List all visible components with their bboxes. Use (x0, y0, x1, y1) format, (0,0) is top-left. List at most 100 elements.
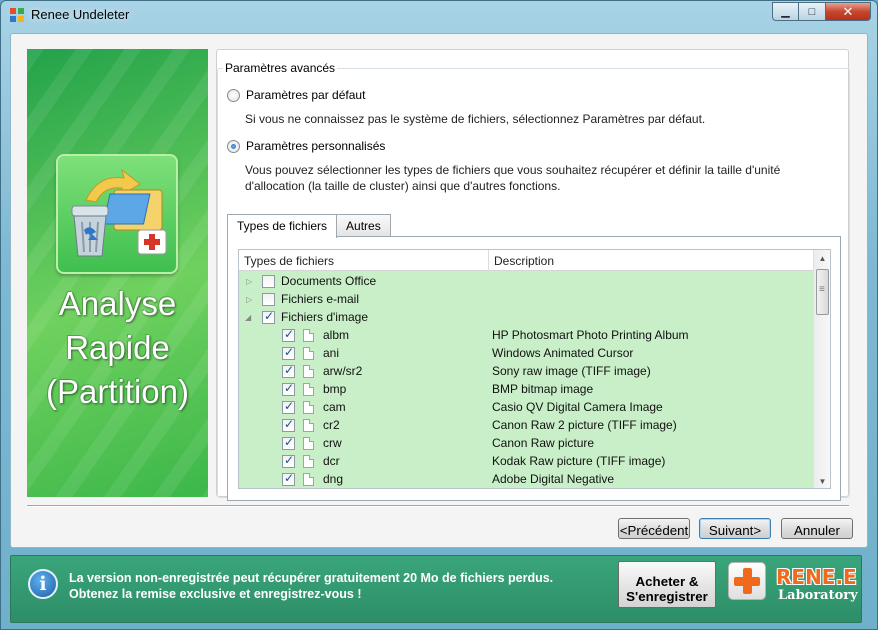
buy-register-button[interactable]: Acheter & S'enregistrer (618, 561, 716, 608)
custom-settings-description-line: d'allocation (la taille de cluster) ains… (245, 179, 561, 193)
application-window: Renee Undeleter ▁ □ ✕ Analyse Rapide (Pa… (0, 0, 878, 630)
expand-arrow-icon[interactable]: ▷ (246, 277, 255, 286)
column-header-file-types[interactable]: Types de fichiers (239, 250, 489, 271)
custom-settings-radio-option[interactable]: Paramètres personnalisés (227, 139, 385, 153)
tree-item-row[interactable]: ani Windows Animated Cursor (239, 344, 813, 362)
window-title: Renee Undeleter (31, 7, 130, 22)
brand-subtitle: Laboratory (778, 588, 858, 603)
file-icon (303, 382, 314, 396)
tab-others[interactable]: Autres (336, 214, 391, 237)
file-icon (303, 400, 314, 414)
item-checkbox[interactable] (282, 345, 295, 360)
minimize-icon: ▁ (781, 6, 790, 18)
tree-item-row[interactable]: arw/sr2 Sony raw image (TIFF image) (239, 362, 813, 380)
group-checkbox[interactable] (262, 274, 275, 288)
group-label: Fichiers e-mail (281, 292, 360, 306)
default-settings-radio-option[interactable]: Paramètres par défaut (227, 88, 365, 102)
scan-mode-title: Analyse Rapide (Partition) (27, 282, 208, 414)
file-description: Canon Raw 2 picture (TIFF image) (492, 418, 677, 432)
close-icon: ✕ (842, 3, 854, 19)
file-description: Canon Raw picture (492, 436, 595, 450)
file-extension: ani (323, 346, 340, 360)
file-icon (303, 418, 314, 432)
advanced-settings-legend: Paramètres avancés (223, 61, 338, 75)
brand-name: RENE.E (776, 565, 857, 589)
file-description: HP Photosmart Photo Printing Album (492, 328, 689, 342)
file-icon (303, 436, 314, 450)
custom-settings-radio[interactable] (227, 139, 240, 153)
item-checkbox[interactable] (282, 363, 295, 378)
file-extension: albm (323, 328, 350, 342)
tree-item-row[interactable]: cr2 Canon Raw 2 picture (TIFF image) (239, 416, 813, 434)
file-icon (303, 454, 314, 468)
default-settings-radio[interactable] (227, 88, 240, 102)
maximize-button[interactable]: □ (799, 2, 826, 21)
scan-mode-title-line: Analyse (58, 285, 177, 322)
custom-settings-label: Paramètres personnalisés (246, 139, 386, 153)
file-description: Sony raw image (TIFF image) (492, 364, 651, 378)
tree-item-row[interactable]: dcr Kodak Raw picture (TIFF image) (239, 452, 813, 470)
registration-message-line: Obtenez la remise exclusive et enregistr… (69, 587, 362, 601)
tree-group-row[interactable]: ▷ Documents Office (239, 272, 813, 290)
custom-settings-description-line: Vous pouvez sélectionner les types de fi… (245, 163, 781, 177)
file-extension: bmp (323, 382, 347, 396)
file-description: BMP bitmap image (492, 382, 594, 396)
file-description: Adobe Digital Negative (492, 472, 615, 486)
file-icon (303, 364, 314, 378)
tree-item-row[interactable]: bmp BMP bitmap image (239, 380, 813, 398)
item-checkbox[interactable] (282, 453, 295, 468)
previous-button[interactable]: <Précédent (618, 518, 690, 539)
item-checkbox[interactable] (282, 435, 295, 450)
wizard-content: Analyse Rapide (Partition) Paramètres av… (10, 33, 868, 548)
scroll-up-icon[interactable]: ▲ (814, 250, 830, 267)
file-types-tab-panel: Types de fichiers Description ▷ Document… (227, 236, 841, 501)
divider (27, 505, 849, 507)
tree-group-row[interactable]: ▷ Fichiers e-mail (239, 290, 813, 308)
scan-mode-title-line: Rapide (65, 329, 170, 366)
item-checkbox[interactable] (282, 399, 295, 414)
file-icon (303, 472, 314, 486)
group-checkbox[interactable] (262, 292, 275, 306)
file-types-tree[interactable]: Types de fichiers Description ▷ Document… (238, 249, 831, 489)
file-extension: arw/sr2 (323, 364, 363, 378)
file-description: Kodak Raw picture (TIFF image) (492, 454, 666, 468)
buy-register-label: S'enregistrer (626, 589, 708, 604)
registration-bar: i La version non-enregistrée peut récupé… (10, 555, 862, 623)
file-types-rows: ▷ Documents Office ▷ Fichiers e-mail ◢ ✓… (239, 271, 813, 488)
default-settings-description: Si vous ne connaissez pas le système de … (245, 112, 706, 126)
scrollbar-thumb[interactable] (816, 269, 829, 315)
tree-item-row[interactable]: albm HP Photosmart Photo Printing Album (239, 326, 813, 344)
tree-item-row[interactable]: crw Canon Raw picture (239, 434, 813, 452)
file-icon (303, 328, 314, 342)
cancel-button[interactable]: Annuler (781, 518, 853, 539)
tree-item-row[interactable]: cam Casio QV Digital Camera Image (239, 398, 813, 416)
item-checkbox[interactable] (282, 327, 295, 342)
group-checkbox[interactable] (262, 309, 275, 324)
close-button[interactable]: ✕ (826, 2, 871, 21)
scroll-down-icon[interactable]: ▼ (814, 473, 830, 488)
registration-message-line: La version non-enregistrée peut récupére… (69, 571, 554, 585)
info-icon: i (28, 569, 58, 599)
tab-file-types[interactable]: Types de fichiers (227, 214, 338, 238)
settings-panel: Paramètres avancés Paramètres par défaut… (216, 49, 850, 501)
vertical-scrollbar[interactable]: ▲ ▼ (813, 250, 830, 488)
group-label: Documents Office (281, 274, 377, 288)
item-checkbox[interactable] (282, 471, 295, 486)
tree-item-row[interactable]: dng Adobe Digital Negative (239, 470, 813, 488)
item-checkbox[interactable] (282, 381, 295, 396)
recycle-bin-recovery-icon (56, 154, 178, 274)
expand-arrow-icon[interactable]: ▷ (246, 295, 255, 304)
column-header-description[interactable]: Description (489, 250, 813, 271)
minimize-button[interactable]: ▁ (772, 2, 799, 21)
next-button[interactable]: Suivant> (699, 518, 771, 539)
file-extension: cam (323, 400, 346, 414)
maximize-icon: □ (808, 5, 816, 18)
file-extension: dng (323, 472, 344, 486)
file-extension: dcr (323, 454, 340, 468)
tree-group-row[interactable]: ◢ Fichiers d'image (239, 308, 813, 326)
title-bar[interactable]: Renee Undeleter ▁ □ ✕ (1, 1, 877, 29)
registration-message: La version non-enregistrée peut récupére… (69, 570, 553, 602)
item-checkbox[interactable] (282, 417, 295, 432)
group-label: Fichiers d'image (281, 310, 368, 324)
collapse-arrow-icon[interactable]: ◢ (245, 313, 254, 322)
